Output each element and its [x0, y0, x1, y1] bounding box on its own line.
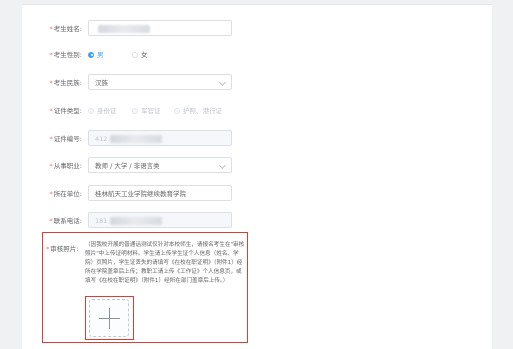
redacted-value	[110, 135, 163, 143]
redacted-value	[98, 25, 150, 33]
form-row-workplace: *所在单位: 桂林航天工业学院继续教育学院	[22, 185, 492, 203]
photo-upload-hint: （因我校开展的普通话测试仅针对本校师生，请报名考生在"审核照片"中上传证明材料。…	[85, 242, 245, 284]
form-row-occupation: *从事职业: 教师 / 大学 / 非语言类	[22, 157, 492, 175]
form-row-nation: *考生民族: 汉族	[22, 74, 492, 92]
name-input[interactable]	[88, 20, 232, 36]
chevron-down-icon	[218, 78, 227, 87]
radio-disabled-icon	[88, 107, 94, 114]
occupation-cascader[interactable]: 教师 / 大学 / 非语言类	[88, 157, 232, 173]
id-type-label: *证件类型:	[49, 107, 82, 115]
form-row-id-type: *证件类型: 身份证 军官证 护照、港行证	[22, 102, 492, 120]
name-label: *考生姓名:	[49, 25, 82, 33]
redacted-value	[110, 217, 163, 225]
workplace-label: *所在单位:	[49, 190, 82, 198]
id-number-label: *证件编号:	[49, 135, 82, 143]
radio-disabled-icon	[174, 107, 180, 114]
plus-icon	[109, 308, 110, 329]
occupation-label: *从事职业:	[49, 162, 82, 170]
form-row-gender: *考生性别: 男 女	[22, 46, 492, 64]
gender-label: *考生性别:	[49, 51, 82, 59]
radio-checked-icon	[88, 51, 94, 58]
divider	[22, 4, 492, 5]
id-number-input: 412	[88, 130, 232, 146]
form-row-name: *考生姓名:	[22, 20, 492, 38]
required-mark: *	[49, 25, 53, 33]
phone-input: 181	[88, 212, 232, 228]
form-row-phone: *联系电话: 181	[22, 212, 492, 230]
form-row-id-number: *证件编号: 412	[22, 130, 492, 148]
radio-disabled-icon	[132, 107, 138, 114]
phone-label: *联系电话:	[49, 217, 82, 225]
chevron-down-icon	[218, 161, 227, 170]
photo-upload-button[interactable]	[89, 299, 129, 337]
workplace-input[interactable]: 桂林航天工业学院继续教育学院	[88, 185, 232, 201]
nation-label: *考生民族:	[49, 79, 82, 87]
nation-select[interactable]: 汉族	[88, 74, 232, 90]
photo-label: *审核照片:	[46, 245, 79, 253]
radio-unchecked-icon	[132, 51, 138, 58]
